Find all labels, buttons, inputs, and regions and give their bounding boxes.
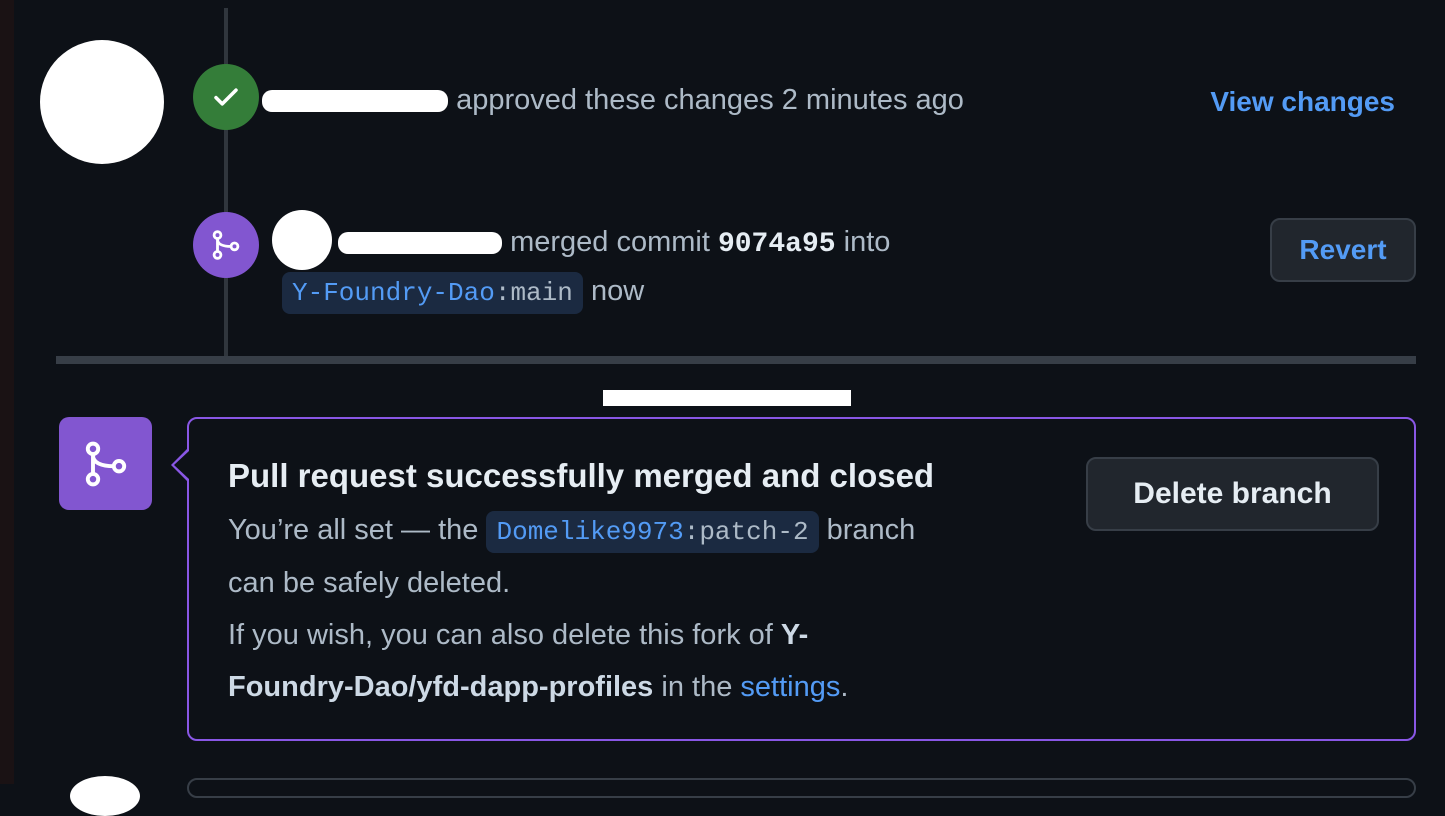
reviewer-avatar[interactable] [40, 40, 164, 164]
view-changes-link[interactable]: View changes [1210, 86, 1395, 118]
git-merge-icon [85, 441, 126, 486]
head-branch-owner: Domelike9973 [496, 517, 684, 547]
base-branch-pill[interactable]: Y-Foundry-Dao:main [282, 272, 583, 314]
timeline-divider [56, 356, 1416, 364]
approved-badge [193, 64, 259, 130]
line1-suffix: branch [826, 514, 916, 546]
redacted-username[interactable] [338, 232, 502, 255]
merge-event-text: merged commit 9074a95 into [338, 226, 890, 260]
revert-button[interactable]: Revert [1270, 218, 1416, 282]
base-branch-name: main [510, 278, 573, 308]
line3-prefix: If you wish, you can also delete this fo… [228, 619, 773, 651]
merged-status-icon-box [59, 417, 152, 510]
line4-end: . [840, 671, 849, 703]
merged-card-line1: You’re all set — the Domelike9973:patch-… [228, 511, 915, 553]
fork-repo-part1: Y- [780, 619, 809, 651]
git-merge-icon [212, 230, 240, 260]
comment-avatar[interactable] [70, 776, 140, 816]
approval-action: approved these changes 2 minutes ago [456, 84, 964, 116]
fork-repo-part2: Foundry-Dao/yfd-dapp-profiles [228, 671, 654, 703]
line1-prefix: You’re all set — the [228, 514, 479, 546]
redacted-username[interactable] [262, 90, 448, 113]
timeline-line [224, 8, 228, 356]
window-edge [0, 0, 14, 784]
check-icon [214, 88, 238, 106]
merge-target-row: Y-Foundry-Dao:main now [282, 272, 644, 314]
merged-card-line2: can be safely deleted. [228, 567, 511, 599]
merger-avatar[interactable] [272, 210, 332, 270]
head-branch-sep: : [683, 517, 700, 547]
settings-link[interactable]: settings [740, 671, 840, 703]
merged-card-line4: Foundry-Dao/yfd-dapp-profiles in the set… [228, 671, 848, 704]
merged-card-title: Pull request successfully merged and clo… [228, 457, 935, 494]
head-branch-pill[interactable]: Domelike9973:patch-2 [486, 511, 819, 553]
delete-branch-button[interactable]: Delete branch [1086, 457, 1379, 531]
base-branch-owner: Y-Foundry-Dao [292, 278, 495, 308]
approval-event-text: approved these changes 2 minutes ago [262, 84, 964, 117]
card-pointer-inner [174, 451, 189, 479]
merged-label: merged commit [510, 226, 710, 258]
base-branch-sep: : [494, 278, 511, 308]
commit-sha-link[interactable]: 9074a95 [718, 229, 836, 260]
into-label: into [843, 226, 891, 258]
redacted-bar [603, 390, 851, 406]
merge-time: now [590, 275, 645, 307]
merged-badge [193, 212, 259, 278]
head-branch-name: patch-2 [699, 517, 809, 547]
merged-card-line3: If you wish, you can also delete this fo… [228, 619, 808, 652]
comment-box[interactable] [187, 778, 1416, 798]
merged-status-card: Pull request successfully merged and clo… [187, 417, 1416, 741]
line4-mid: in the [661, 671, 733, 703]
